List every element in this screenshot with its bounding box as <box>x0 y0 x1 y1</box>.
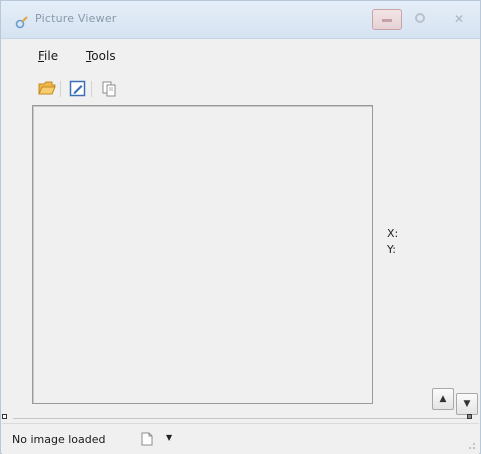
toolbar <box>2 71 479 99</box>
up-arrow-icon: ▲ <box>439 394 447 404</box>
status-bar: No image loaded ▼ <box>2 423 479 454</box>
toolbar-separator <box>91 81 92 97</box>
status-dropdown-arrow-icon[interactable]: ▼ <box>166 433 172 442</box>
document-icon[interactable] <box>141 432 153 446</box>
picture-display-area[interactable] <box>32 105 373 404</box>
edit-image-icon[interactable] <box>69 79 87 97</box>
x-coordinate-label: X: <box>387 227 399 240</box>
status-text: No image loaded <box>12 433 106 446</box>
picture-viewer-window: Picture Viewer ✕ File Tools X: Y: ▲ ▼ No… <box>0 0 481 454</box>
minimize-button[interactable] <box>372 9 402 30</box>
title-bar[interactable]: Picture Viewer ✕ <box>1 1 480 39</box>
toolbar-separator <box>60 81 61 97</box>
zoom-in-button[interactable]: ▲ <box>432 388 454 410</box>
splitter-left-handle[interactable] <box>2 414 7 419</box>
down-arrow-icon: ▼ <box>463 399 471 409</box>
open-folder-icon[interactable] <box>38 79 56 97</box>
maximize-icon <box>415 13 425 23</box>
resize-grip-icon[interactable] <box>464 438 476 450</box>
maximize-button[interactable] <box>408 9 436 30</box>
close-button[interactable]: ✕ <box>444 9 474 30</box>
window-title: Picture Viewer <box>35 12 117 25</box>
splitter-right-handle[interactable] <box>467 414 472 419</box>
close-icon: ✕ <box>454 12 465 26</box>
minimize-icon <box>382 19 392 22</box>
picture-viewer-app-icon <box>15 16 28 29</box>
splitter[interactable] <box>1 414 480 420</box>
menu-bar: File Tools <box>2 40 479 68</box>
menu-file[interactable]: File <box>38 49 58 63</box>
zoom-out-button[interactable]: ▼ <box>456 393 478 415</box>
menu-tools[interactable]: Tools <box>86 49 116 63</box>
copy-icon[interactable] <box>100 79 118 97</box>
y-coordinate-label: Y: <box>387 243 396 256</box>
splitter-line <box>13 418 471 419</box>
